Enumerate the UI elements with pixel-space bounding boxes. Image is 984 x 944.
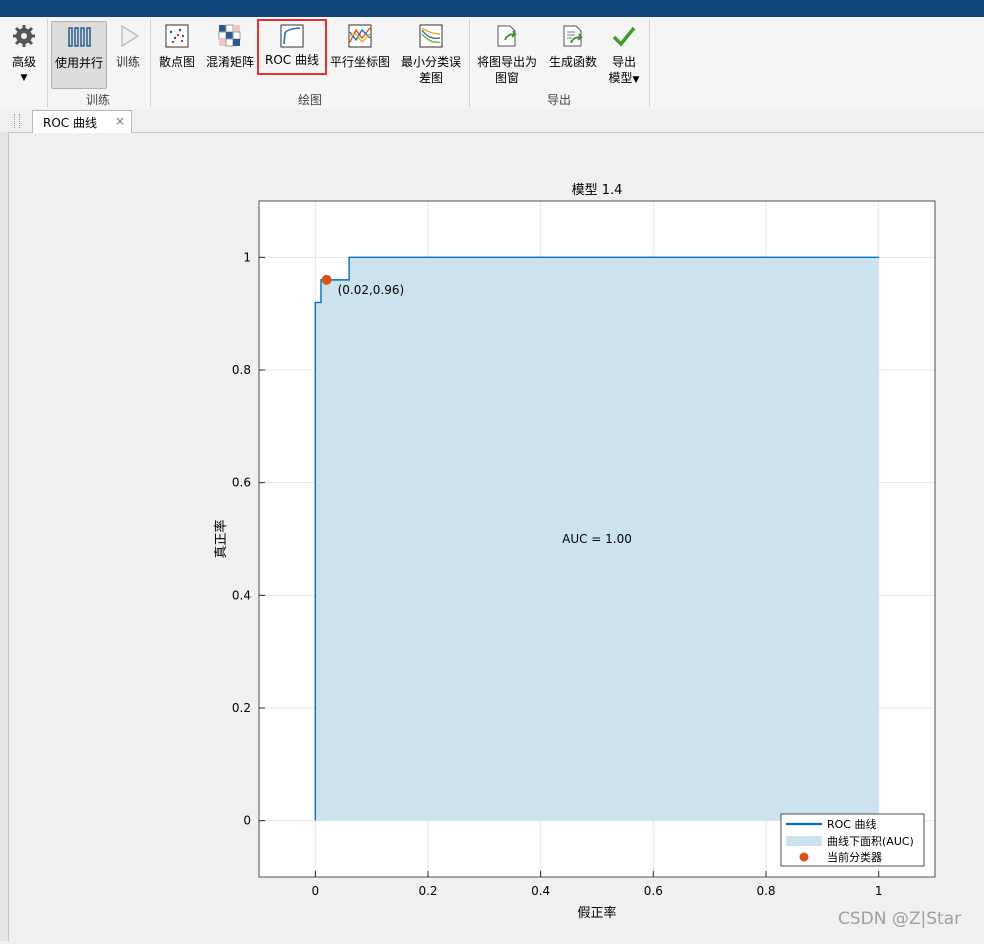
legend-area-swatch	[786, 836, 822, 846]
plot-canvas: (0.02,0.96) AUC = 1.00 0 0.2 0.4 0.6 0.8 1 0 0.…	[10, 133, 984, 941]
chart-title: 模型 1.4	[572, 183, 623, 198]
legend-roc: ROC 曲线	[827, 817, 876, 831]
y-tick-label: 0.4	[232, 588, 251, 602]
left-panel-edge[interactable]	[0, 132, 9, 941]
y-tick-label: 0.2	[232, 701, 251, 715]
generate-function-label: 生成函数	[548, 55, 597, 69]
export-model-label-text: 模型	[608, 71, 633, 85]
export-group-label: 导出	[546, 93, 571, 107]
grip-icon[interactable]	[14, 114, 20, 128]
tab-roc-curve[interactable]: ROC 曲线 ×	[32, 110, 132, 133]
gear-icon	[13, 25, 35, 47]
x-tick-label: 0.4	[531, 884, 550, 898]
advanced-button[interactable]: 高级 ▼	[6, 21, 42, 87]
confusion-matrix-label: 混淆矩阵	[205, 55, 254, 69]
use-parallel-label: 使用并行	[54, 56, 103, 70]
advanced-label: 高级	[11, 55, 36, 69]
roc-chart: (0.02,0.96) AUC = 1.00 0 0.2 0.4 0.6 0.8 1 0 0.…	[213, 183, 936, 921]
train-label: 训练	[115, 55, 140, 69]
y-axis-label: 真正率	[213, 519, 229, 558]
x-tick-label: 0.8	[756, 884, 775, 898]
y-tick-label: 0.8	[232, 363, 251, 377]
watermark: CSDN @Z|Star	[838, 909, 962, 929]
play-icon	[121, 24, 140, 48]
min-classification-error-button[interactable]: 最小分类误 差图	[398, 21, 464, 87]
document-tab-bar: ROC 曲线 ×	[0, 109, 984, 133]
train-group-label: 训练	[85, 93, 110, 107]
export-figure-label-2: 图窗	[494, 71, 519, 85]
roc-curve-icon	[280, 24, 304, 48]
export-model-button[interactable]: 导出 模型▼	[604, 21, 644, 87]
checkmark-icon	[612, 26, 636, 47]
scatter-plot-label: 散点图	[158, 55, 195, 69]
min-classification-error-label-2: 差图	[418, 71, 443, 85]
scatter-plot-button[interactable]: 散点图	[155, 21, 199, 87]
current-point-label: (0.02,0.96)	[338, 283, 405, 297]
roc-curve-button[interactable]: ROC 曲线	[257, 19, 327, 75]
export-figure-icon	[497, 25, 517, 47]
legend-point-swatch	[799, 852, 809, 862]
legend-auc: 曲线下面积(AUC)	[827, 834, 914, 848]
confusion-matrix-button[interactable]: 混淆矩阵	[203, 21, 257, 87]
min-classification-error-label: 最小分类误	[400, 55, 461, 69]
y-tick-label: 1	[243, 250, 251, 264]
tab-roc-curve-label: ROC 曲线	[43, 116, 97, 130]
export-figure-button[interactable]: 将图导出为 图窗	[474, 21, 540, 87]
parallel-coordinates-icon	[348, 24, 372, 48]
x-tick-label: 0.2	[418, 884, 437, 898]
scatter-plot-icon	[165, 24, 189, 48]
separator	[150, 19, 151, 107]
parallel-coordinates-label: 平行坐标图	[329, 55, 390, 69]
use-parallel-button[interactable]: 使用并行	[51, 21, 107, 89]
train-button[interactable]: 训练	[110, 21, 146, 87]
x-tick-label: 1	[875, 884, 883, 898]
confusion-matrix-icon	[218, 24, 241, 47]
export-figure-label: 将图导出为	[476, 55, 537, 69]
toolstrip: 高级 ▼ 使用并行 训练 训练 散点图 混淆矩阵 ROC 曲线 平行坐标图 最小…	[0, 17, 984, 110]
generate-function-button[interactable]: 生成函数	[544, 21, 602, 87]
export-model-label: 导出	[611, 55, 636, 69]
roc-curve-label: ROC 曲线	[265, 53, 319, 67]
separator	[649, 19, 650, 107]
chevron-down-icon: ▼	[632, 75, 640, 85]
current-classifier-point	[321, 274, 332, 285]
x-tick-label: 0.6	[644, 884, 663, 898]
x-axis-label: 假正率	[577, 905, 616, 921]
plot-group-label: 绘图	[297, 93, 322, 107]
min-classification-error-icon	[419, 24, 443, 48]
close-icon[interactable]: ×	[115, 114, 125, 128]
title-bar	[0, 0, 984, 17]
parallel-icon	[68, 27, 91, 47]
chevron-down-icon: ▼	[20, 73, 28, 83]
auc-label: AUC = 1.00	[562, 532, 632, 546]
legend-current: 当前分类器	[827, 850, 882, 864]
y-tick-label: 0	[243, 814, 251, 828]
parallel-coordinates-button[interactable]: 平行坐标图	[326, 21, 394, 87]
export-model-label-2: 模型▼	[604, 70, 644, 88]
legend: ROC 曲线 曲线下面积(AUC) 当前分类器	[780, 813, 925, 867]
x-tick-label: 0	[312, 884, 320, 898]
generate-function-icon	[563, 25, 583, 47]
y-tick-label: 0.6	[232, 476, 251, 490]
